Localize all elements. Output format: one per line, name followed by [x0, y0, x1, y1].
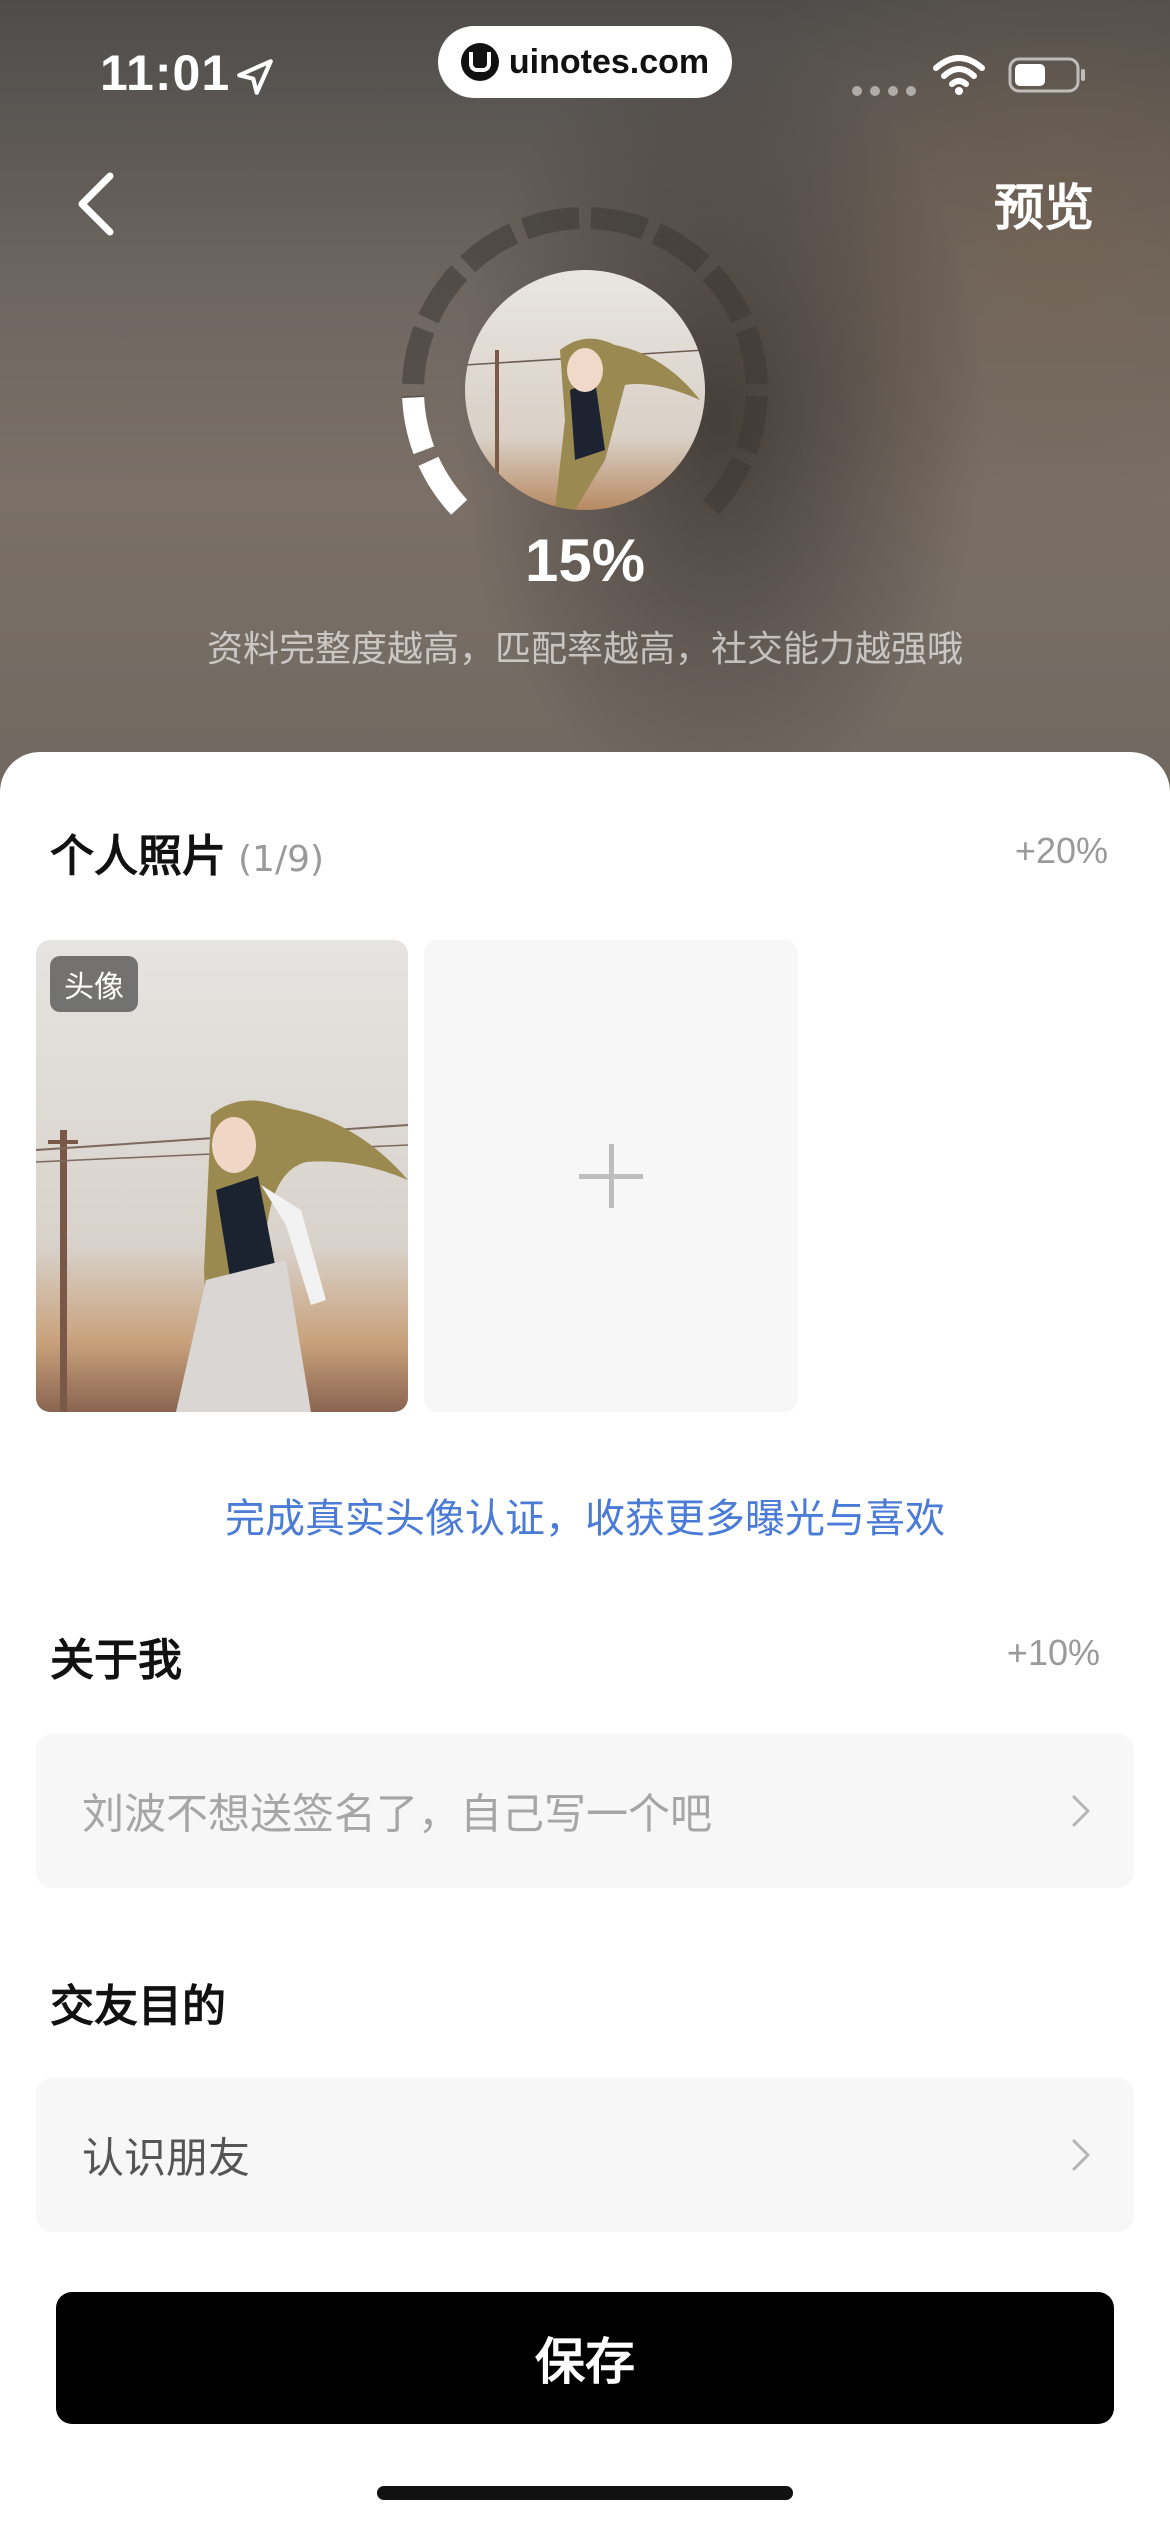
ring-progress	[418, 456, 468, 515]
photo-item-avatar[interactable]: 头像	[36, 940, 408, 1412]
url-pill[interactable]: uinotes.com	[438, 26, 732, 98]
purpose-section-title: 交友目的	[50, 1981, 226, 2032]
plus-icon	[579, 1144, 643, 1208]
ring-segment	[651, 223, 710, 273]
ring-segment	[590, 207, 650, 240]
avatar[interactable]	[465, 270, 705, 510]
save-button[interactable]: 保存	[56, 2292, 1114, 2424]
url-text: uinotes.com	[508, 42, 710, 81]
photos-count: (1/9)	[238, 839, 325, 880]
add-photo-button[interactable]	[424, 940, 798, 1412]
signal-dots-icon	[852, 86, 916, 96]
about-me-placeholder: 刘波不想送签名了，自己写一个吧	[82, 1789, 713, 1839]
home-indicator	[377, 2486, 793, 2500]
chevron-right-icon	[1072, 1795, 1090, 1827]
ring-segment	[702, 456, 752, 515]
friend-purpose-value: 认识朋友	[82, 2133, 251, 2183]
photos-bonus: +20%	[1014, 830, 1108, 871]
photos-section-title: 个人照片 (1/9)	[50, 820, 324, 884]
ring-segment	[402, 325, 435, 385]
battery-icon	[1008, 57, 1085, 93]
about-me-field[interactable]: 刘波不想送签名了，自己写一个吧	[36, 1734, 1134, 1888]
friend-purpose-field[interactable]: 认识朋友	[36, 2078, 1134, 2232]
back-button[interactable]	[70, 168, 122, 240]
completion-percent: 15%	[524, 527, 646, 594]
ring-segment	[520, 207, 580, 240]
ring-segment	[735, 395, 768, 455]
wifi-icon	[933, 55, 985, 95]
ring-segment	[735, 325, 768, 385]
completion-hint: 资料完整度越高，匹配率越高，社交能力越强哦	[206, 629, 963, 670]
site-logo-icon	[460, 43, 499, 81]
ring-segment	[418, 265, 468, 324]
avatar-tag: 头像	[50, 956, 138, 1012]
ring-segment	[460, 223, 519, 273]
ring-progress	[402, 396, 435, 455]
location-arrow-icon	[237, 59, 273, 95]
verify-avatar-link[interactable]: 完成真实头像认证，收获更多曝光与喜欢	[0, 1486, 1170, 1544]
status-time: 11:01	[100, 45, 231, 101]
chevron-right-icon	[1072, 2139, 1090, 2171]
ring-segment	[702, 265, 752, 324]
about-section-title: 关于我	[50, 1635, 182, 1686]
preview-button[interactable]: 预览	[994, 168, 1094, 240]
about-bonus: +10%	[1006, 1632, 1100, 1673]
photos-title: 个人照片	[50, 831, 226, 882]
